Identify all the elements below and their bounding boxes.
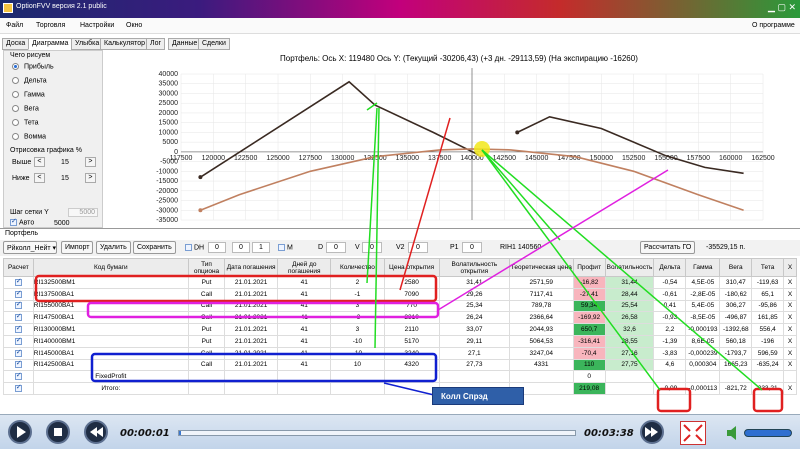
play-icon — [17, 426, 26, 438]
magenta-arrow — [437, 169, 669, 311]
play-button[interactable] — [8, 420, 32, 444]
volume-slider[interactable] — [744, 429, 792, 437]
total-time: 00:03:38 — [584, 428, 634, 439]
volume-icon[interactable] — [726, 425, 740, 443]
fullscreen-icon — [683, 424, 703, 442]
highlight-theta-total — [752, 387, 784, 413]
green-arrows — [366, 102, 763, 391]
annotation-overlay — [34, 102, 784, 413]
progress-fill — [179, 431, 181, 435]
blue-arrow — [383, 382, 435, 396]
red-arrow — [399, 117, 451, 291]
forward-button[interactable] — [640, 420, 664, 444]
highlight-magenta-box — [86, 301, 440, 319]
video-player-bar: 00:00:01 00:03:38 — [0, 414, 800, 449]
highlight-delta-total — [656, 387, 692, 413]
highlight-blue-box — [90, 352, 438, 383]
stop-icon — [54, 428, 62, 436]
forward-icon — [645, 427, 658, 437]
fullscreen-button[interactable] — [680, 421, 706, 445]
elapsed-time: 00:00:01 — [120, 428, 170, 439]
call-spread-note: Колл Спрэд — [432, 387, 524, 405]
stop-button[interactable] — [46, 420, 70, 444]
rewind-icon — [90, 427, 103, 437]
rewind-button[interactable] — [84, 420, 108, 444]
progress-bar[interactable] — [178, 430, 576, 436]
